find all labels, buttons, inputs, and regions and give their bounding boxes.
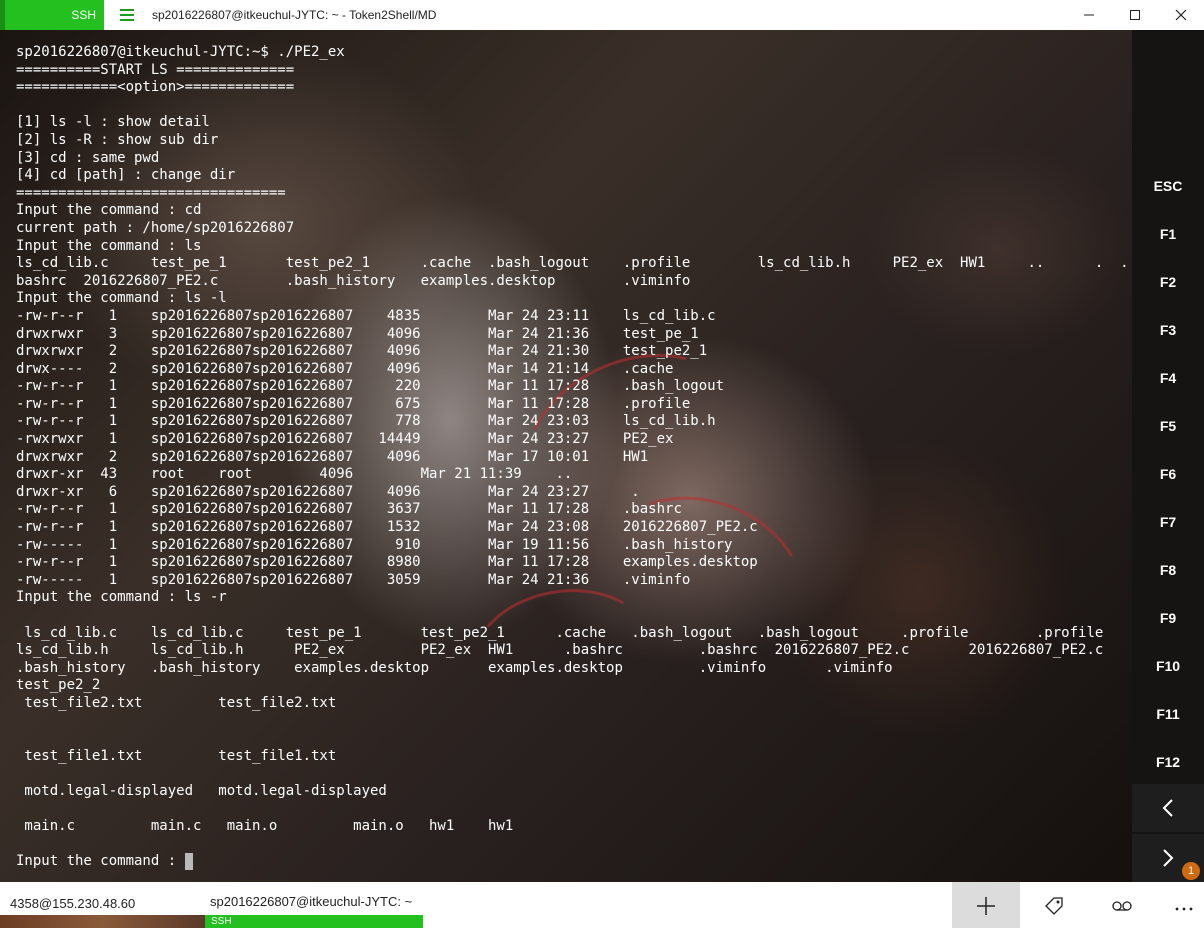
ssh-badge: SSH — [205, 915, 423, 928]
terminal-line: ls_cd_lib.h ls_cd_lib.h PE2_ex PE2_ex HW… — [16, 642, 1104, 659]
terminal-line: ls_cd_lib.c ls_cd_lib.c test_pe_1 test_p… — [16, 624, 1104, 641]
voicemail-icon — [1112, 901, 1132, 911]
function-key-f4[interactable]: F4 — [1132, 354, 1204, 402]
terminal-line: ================================ — [16, 184, 286, 201]
terminal-line: [1] ls -l : show detail — [16, 114, 210, 131]
hamburger-menu-icon[interactable] — [118, 8, 138, 22]
function-key-f2[interactable]: F2 — [1132, 258, 1204, 306]
terminal-line: motd.legal-displayed motd.legal-displaye… — [16, 782, 387, 799]
maximize-button[interactable] — [1110, 0, 1160, 30]
text-cursor — [184, 853, 193, 871]
terminal-line: ==========START LS ============== — [16, 61, 295, 78]
terminal-line: current path : /home/sp2016226807 — [16, 219, 295, 236]
voicemail-button[interactable] — [1088, 882, 1156, 928]
terminal-line: .bash_history .bash_history examples.des… — [16, 659, 893, 676]
function-key-f10[interactable]: F10 — [1132, 642, 1204, 690]
function-key-f7[interactable]: F7 — [1132, 498, 1204, 546]
terminal-line: bashrc 2016226807_PE2.c .bash_history ex… — [16, 272, 691, 289]
function-key-f5[interactable]: F5 — [1132, 402, 1204, 450]
prev-button[interactable] — [1132, 784, 1204, 832]
terminal-line: Input the command : ls -l — [16, 290, 227, 307]
terminal-line: -rw----- 1 sp2016226807sp2016226807 910 … — [16, 536, 733, 553]
terminal-line: [2] ls -R : show sub dir — [16, 131, 219, 148]
terminal-line: [4] cd [path] : change dir — [16, 167, 236, 184]
more-icon — [1175, 907, 1193, 911]
terminal-line: drwxr-xr 6 sp2016226807sp2016226807 4096… — [16, 483, 640, 500]
badge-edge — [0, 0, 5, 30]
terminal-line: -rw-r--r 1 sp2016226807sp2016226807 220 … — [16, 378, 725, 395]
maximize-icon — [1130, 10, 1140, 20]
terminal-line: [3] cd : same pwd — [16, 149, 160, 166]
terminal-line: test_pe2_2 — [16, 677, 101, 694]
notification-badge: 1 — [1182, 862, 1200, 880]
app-badge: SSH — [0, 0, 104, 30]
terminal-line: -rw-r--r 1 sp2016226807sp2016226807 778 … — [16, 413, 716, 430]
session-tab-label: sp2016226807@itkeuchul-JYTC: ~ — [210, 894, 413, 909]
session-tab-label: 4358@155.230.48.60 — [10, 896, 136, 911]
title-bar: SSH sp2016226807@itkeuchul-JYTC: ~ - Tok… — [0, 0, 1204, 30]
function-key-f9[interactable]: F9 — [1132, 594, 1204, 642]
tag-icon — [1045, 897, 1063, 915]
function-key-f3[interactable]: F3 — [1132, 306, 1204, 354]
terminal-line: main.c main.c main.o main.o hw1 hw1 — [16, 818, 514, 835]
terminal-line: Input the command : cd — [16, 202, 202, 219]
terminal-line: -rwxrwxr 1 sp2016226807sp2016226807 1444… — [16, 431, 674, 448]
terminal-line: drwxr-xr 43 root root 4096 Mar 21 11:39 … — [16, 466, 573, 483]
prompt-text: Input the command : — [16, 853, 185, 870]
chevron-right-icon — [1163, 849, 1174, 867]
terminal-line: -rw-r--r 1 sp2016226807sp2016226807 4835… — [16, 307, 716, 324]
terminal-output: sp2016226807@itkeuchul-JYTC:~$ ./PE2_ex =… — [16, 44, 1129, 871]
terminal-line: drwx---- 2 sp2016226807sp2016226807 4096… — [16, 360, 674, 377]
terminal-line: drwxrwxr 2 sp2016226807sp2016226807 4096… — [16, 448, 649, 465]
terminal-line: -rw----- 1 sp2016226807sp2016226807 3059… — [16, 571, 691, 588]
tag-button[interactable] — [1020, 882, 1088, 928]
close-icon — [1175, 9, 1187, 21]
function-key-f8[interactable]: F8 — [1132, 546, 1204, 594]
window-title: sp2016226807@itkeuchul-JYTC: ~ - Token2S… — [152, 8, 437, 22]
terminal-line: sp2016226807@itkeuchul-JYTC:~$ ./PE2_ex — [16, 44, 345, 60]
terminal-line: drwxrwxr 2 sp2016226807sp2016226807 4096… — [16, 343, 708, 360]
function-key-f1[interactable]: F1 — [1132, 210, 1204, 258]
more-button[interactable] — [1150, 882, 1204, 928]
terminal-line: Input the command : ls -r — [16, 589, 227, 606]
terminal-line: -rw-r--r 1 sp2016226807sp2016226807 675 … — [16, 395, 691, 412]
bottom-bar: 4358@155.230.48.60 sp2016226807@itkeuchu… — [0, 882, 1204, 928]
terminal-line: test_file2.txt test_file2.txt — [16, 694, 337, 711]
minimize-icon — [1084, 14, 1094, 16]
next-button[interactable]: 1 — [1132, 834, 1204, 882]
terminal-line: ls_cd_lib.c test_pe_1 test_pe2_1 .cache … — [16, 255, 1129, 272]
terminal-prompt-line[interactable]: Input the command : — [16, 853, 1129, 871]
function-key-f12[interactable]: F12 — [1132, 738, 1204, 786]
function-key-panel: 1 ESC F1 F2 F3 F4 F5 F6 F7 F8 F9 F10 F11 F12 — [1132, 30, 1204, 882]
close-button[interactable] — [1156, 0, 1204, 30]
terminal-line: drwxrwxr 3 sp2016226807sp2016226807 4096… — [16, 325, 699, 342]
minimize-button[interactable] — [1064, 0, 1114, 30]
terminal-line: -rw-r--r 1 sp2016226807sp2016226807 3637… — [16, 501, 682, 518]
chevron-left-icon — [1162, 799, 1173, 817]
function-key-esc[interactable]: ESC — [1132, 162, 1204, 210]
terminal-line: -rw-r--r 1 sp2016226807sp2016226807 8980… — [16, 554, 758, 571]
terminal-line: test_file1.txt test_file1.txt — [16, 747, 337, 764]
terminal-line: -rw-r--r 1 sp2016226807sp2016226807 1532… — [16, 519, 758, 536]
app-badge-label: SSH — [71, 8, 96, 22]
terminal-view[interactable]: sp2016226807@itkeuchul-JYTC:~$ ./PE2_ex =… — [0, 30, 1132, 882]
session-thumbnail — [0, 915, 205, 928]
terminal-line: Input the command : ls — [16, 237, 202, 254]
function-key-f6[interactable]: F6 — [1132, 450, 1204, 498]
terminal-line: ============<option>============= — [16, 79, 295, 96]
plus-icon — [977, 897, 995, 915]
function-key-f11[interactable]: F11 — [1132, 690, 1204, 738]
new-session-button[interactable] — [952, 882, 1020, 928]
